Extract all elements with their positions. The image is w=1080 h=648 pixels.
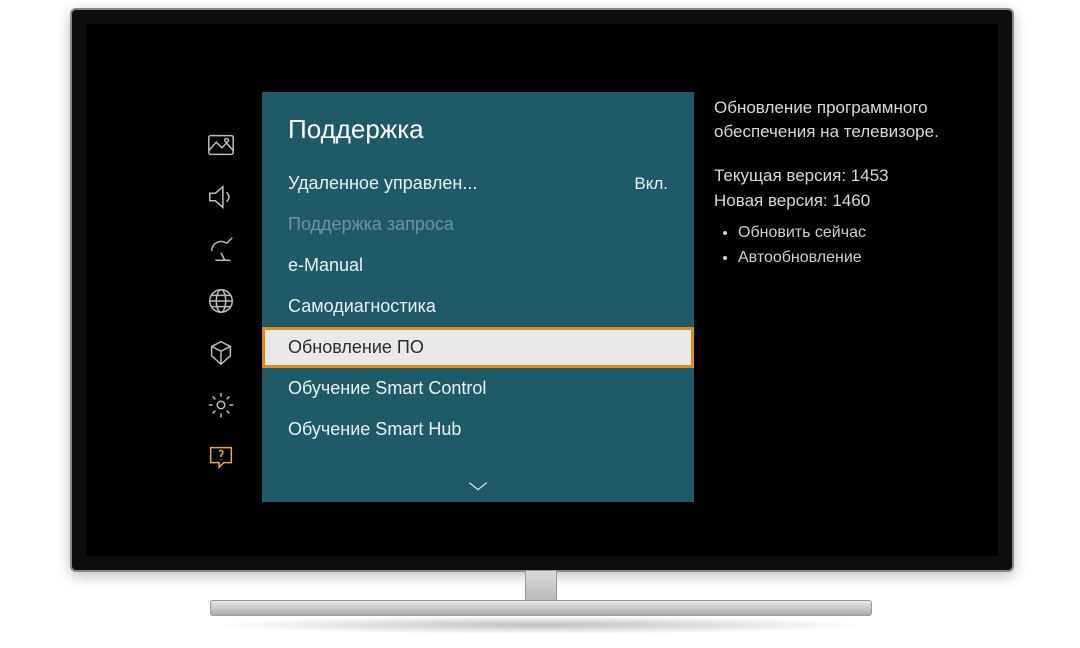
menu-item-value: Вкл. <box>634 174 668 194</box>
picture-icon[interactable] <box>206 130 236 160</box>
system-icon[interactable] <box>206 338 236 368</box>
current-version-value: 1453 <box>851 166 889 185</box>
info-bullet-list: Обновить сейчас Автообновление <box>714 221 969 270</box>
info-panel: Обновление программного обеспечения на т… <box>714 96 969 270</box>
network-icon[interactable] <box>206 286 236 316</box>
tv-stand-base <box>210 600 872 616</box>
menu-item-request-support: Поддержка запроса <box>262 204 694 245</box>
broadcast-icon[interactable] <box>206 234 236 264</box>
menu-item-software-update[interactable]: Обновление ПО <box>262 327 694 368</box>
menu-item-label: Удаленное управлен... <box>288 173 477 194</box>
menu-item-smart-control-tutorial[interactable]: Обучение Smart Control <box>262 368 694 409</box>
tv-frame: Поддержка Удаленное управлен... Вкл. Под… <box>70 8 1014 572</box>
menu-item-label: e-Manual <box>288 255 363 276</box>
info-description: Обновление программного обеспечения на т… <box>714 96 969 144</box>
scroll-down-arrow[interactable] <box>262 478 694 496</box>
menu-item-label: Обучение Smart Control <box>288 378 486 399</box>
new-version-value: 1460 <box>832 191 870 210</box>
support-menu-panel: Поддержка Удаленное управлен... Вкл. Под… <box>262 92 694 502</box>
menu-item-remote-management[interactable]: Удаленное управлен... Вкл. <box>262 163 694 204</box>
sound-icon[interactable] <box>206 182 236 212</box>
settings-icon-bar <box>196 130 246 472</box>
menu-item-label: Поддержка запроса <box>288 214 454 235</box>
support-icon[interactable] <box>206 442 236 472</box>
new-version-line: Новая версия: 1460 <box>714 189 969 213</box>
menu-item-label: Обучение Smart Hub <box>288 419 461 440</box>
settings-icon[interactable] <box>206 390 236 420</box>
menu-item-label: Самодиагностика <box>288 296 436 317</box>
menu-item-e-manual[interactable]: e-Manual <box>262 245 694 286</box>
new-version-label: Новая версия: <box>714 191 828 210</box>
current-version-line: Текущая версия: 1453 <box>714 164 969 188</box>
tv-screen: Поддержка Удаленное управлен... Вкл. Под… <box>86 24 998 556</box>
info-bullet-auto-update: Автообновление <box>738 246 969 270</box>
info-bullet-update-now: Обновить сейчас <box>738 221 969 245</box>
menu-item-label: Обновление ПО <box>288 337 424 358</box>
menu-title: Поддержка <box>262 92 694 163</box>
menu-item-self-diagnosis[interactable]: Самодиагностика <box>262 286 694 327</box>
tv-stand-neck <box>525 570 557 604</box>
menu-item-smart-hub-tutorial[interactable]: Обучение Smart Hub <box>262 409 694 450</box>
menu-list: Удаленное управлен... Вкл. Поддержка зап… <box>262 163 694 450</box>
current-version-label: Текущая версия: <box>714 166 846 185</box>
tv-stand-shadow <box>210 616 870 634</box>
chevron-down-icon <box>464 478 492 496</box>
